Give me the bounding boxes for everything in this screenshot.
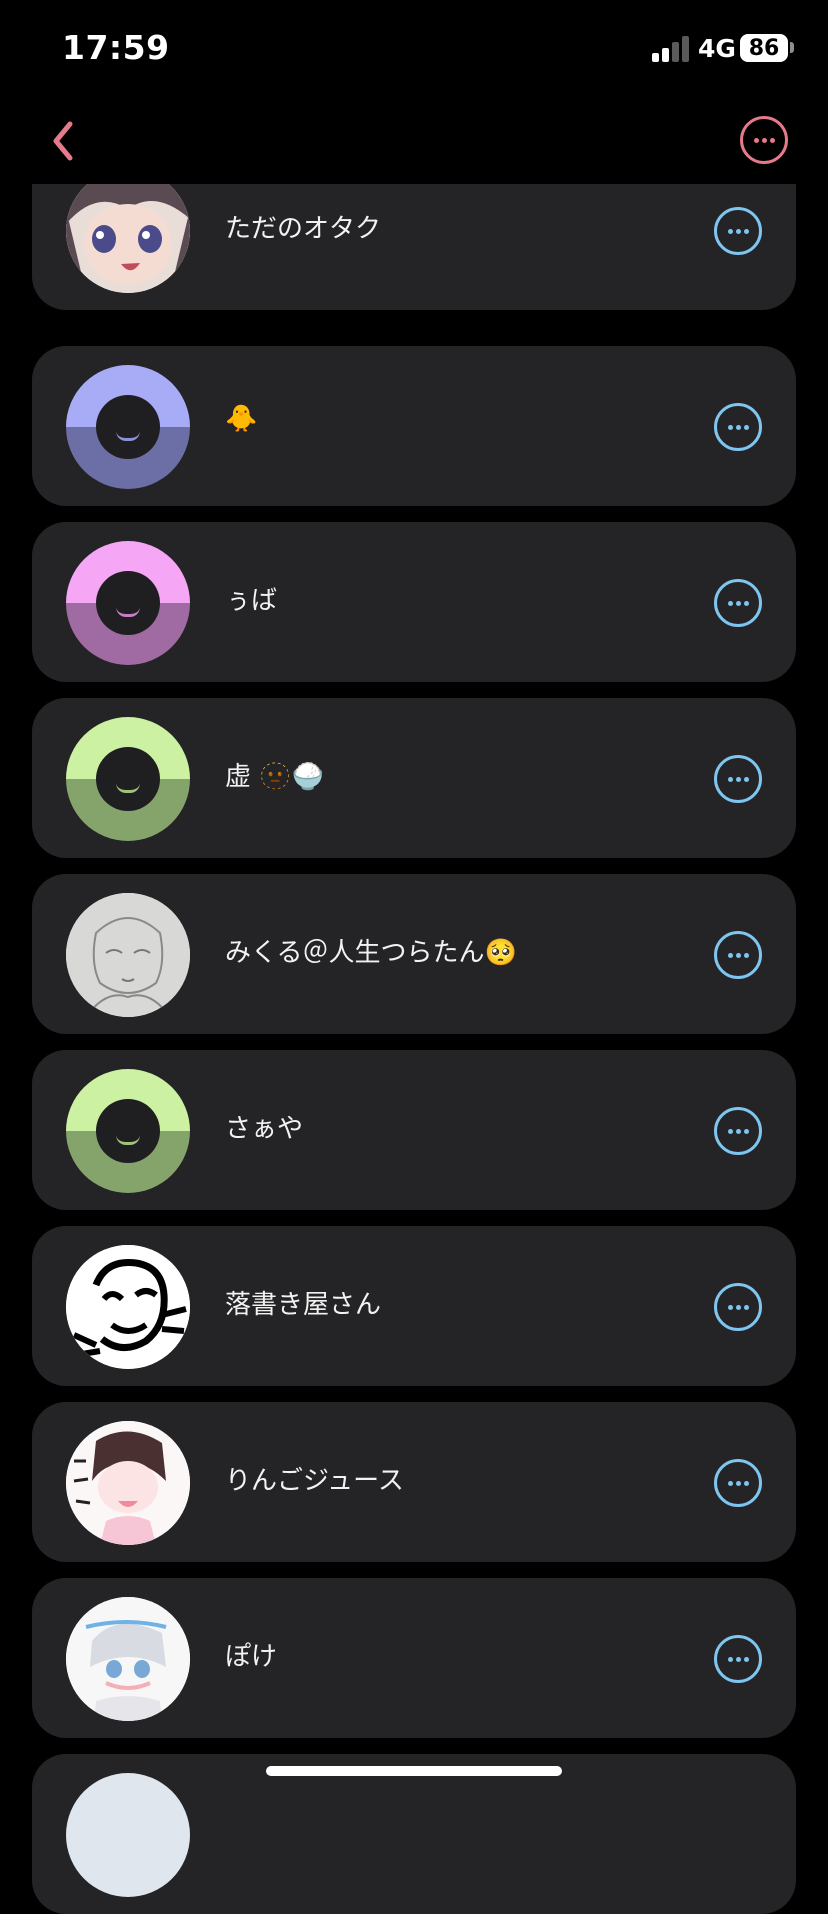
battery-icon: 86 xyxy=(740,34,788,62)
list-item-name: ただのオタク xyxy=(225,214,382,244)
avatar[interactable] xyxy=(66,717,190,841)
more-options-button[interactable] xyxy=(714,579,762,627)
nav-bar xyxy=(0,100,828,184)
more-options-button[interactable] xyxy=(714,931,762,979)
list-item-name: 🐥 xyxy=(225,404,258,434)
more-options-button[interactable] xyxy=(714,207,762,255)
list-item[interactable]: 虚 🫥🍚 xyxy=(32,698,796,858)
list-item[interactable] xyxy=(32,1754,796,1914)
list-item-name: 虚 🫥🍚 xyxy=(225,762,325,792)
list-item-name: 落書き屋さん xyxy=(225,1290,382,1320)
signal-icon xyxy=(652,34,690,62)
ellipsis-circle-icon[interactable] xyxy=(740,116,788,164)
avatar[interactable] xyxy=(66,893,190,1017)
list-item-name: さぁや xyxy=(225,1114,304,1144)
status-time: 17:59 xyxy=(62,28,170,67)
list-item[interactable]: 落書き屋さん xyxy=(32,1226,796,1386)
more-options-button[interactable] xyxy=(714,1459,762,1507)
avatar[interactable] xyxy=(66,1421,190,1545)
chevron-left-icon[interactable] xyxy=(44,114,84,168)
friend-list: ただのオタク 🐥 ぅば 虚 🫥🍚 みくる＠人生つらたん🥺 さぁや 落書き屋さん … xyxy=(0,0,828,1914)
list-item[interactable]: 🐥 xyxy=(32,346,796,506)
list-item-name: ぽけ xyxy=(225,1642,278,1672)
avatar[interactable] xyxy=(66,1597,190,1721)
more-options-button[interactable] xyxy=(714,1283,762,1331)
list-item[interactable]: みくる＠人生つらたん🥺 xyxy=(32,874,796,1034)
list-item[interactable]: ぽけ xyxy=(32,1578,796,1738)
home-indicator[interactable] xyxy=(266,1766,562,1776)
list-item-name: ぅば xyxy=(225,586,278,616)
more-options-button[interactable] xyxy=(714,403,762,451)
list-item[interactable]: さぁや xyxy=(32,1050,796,1210)
list-item[interactable]: りんごジュース xyxy=(32,1402,796,1562)
battery-cap xyxy=(790,42,794,53)
more-options-button[interactable] xyxy=(714,1107,762,1155)
avatar[interactable] xyxy=(66,541,190,665)
avatar[interactable] xyxy=(66,365,190,489)
more-options-button[interactable] xyxy=(714,1635,762,1683)
list-item-name: りんごジュース xyxy=(225,1466,404,1496)
network-type: 4G xyxy=(698,34,736,63)
avatar[interactable] xyxy=(66,1245,190,1369)
status-bar: 17:59 4G 86 xyxy=(0,0,828,100)
more-options-button[interactable] xyxy=(714,755,762,803)
battery-level: 86 xyxy=(748,35,780,61)
avatar[interactable] xyxy=(66,169,190,293)
list-item-name: みくる＠人生つらたん🥺 xyxy=(225,938,517,968)
avatar[interactable] xyxy=(66,1069,190,1193)
list-item[interactable]: ぅば xyxy=(32,522,796,682)
